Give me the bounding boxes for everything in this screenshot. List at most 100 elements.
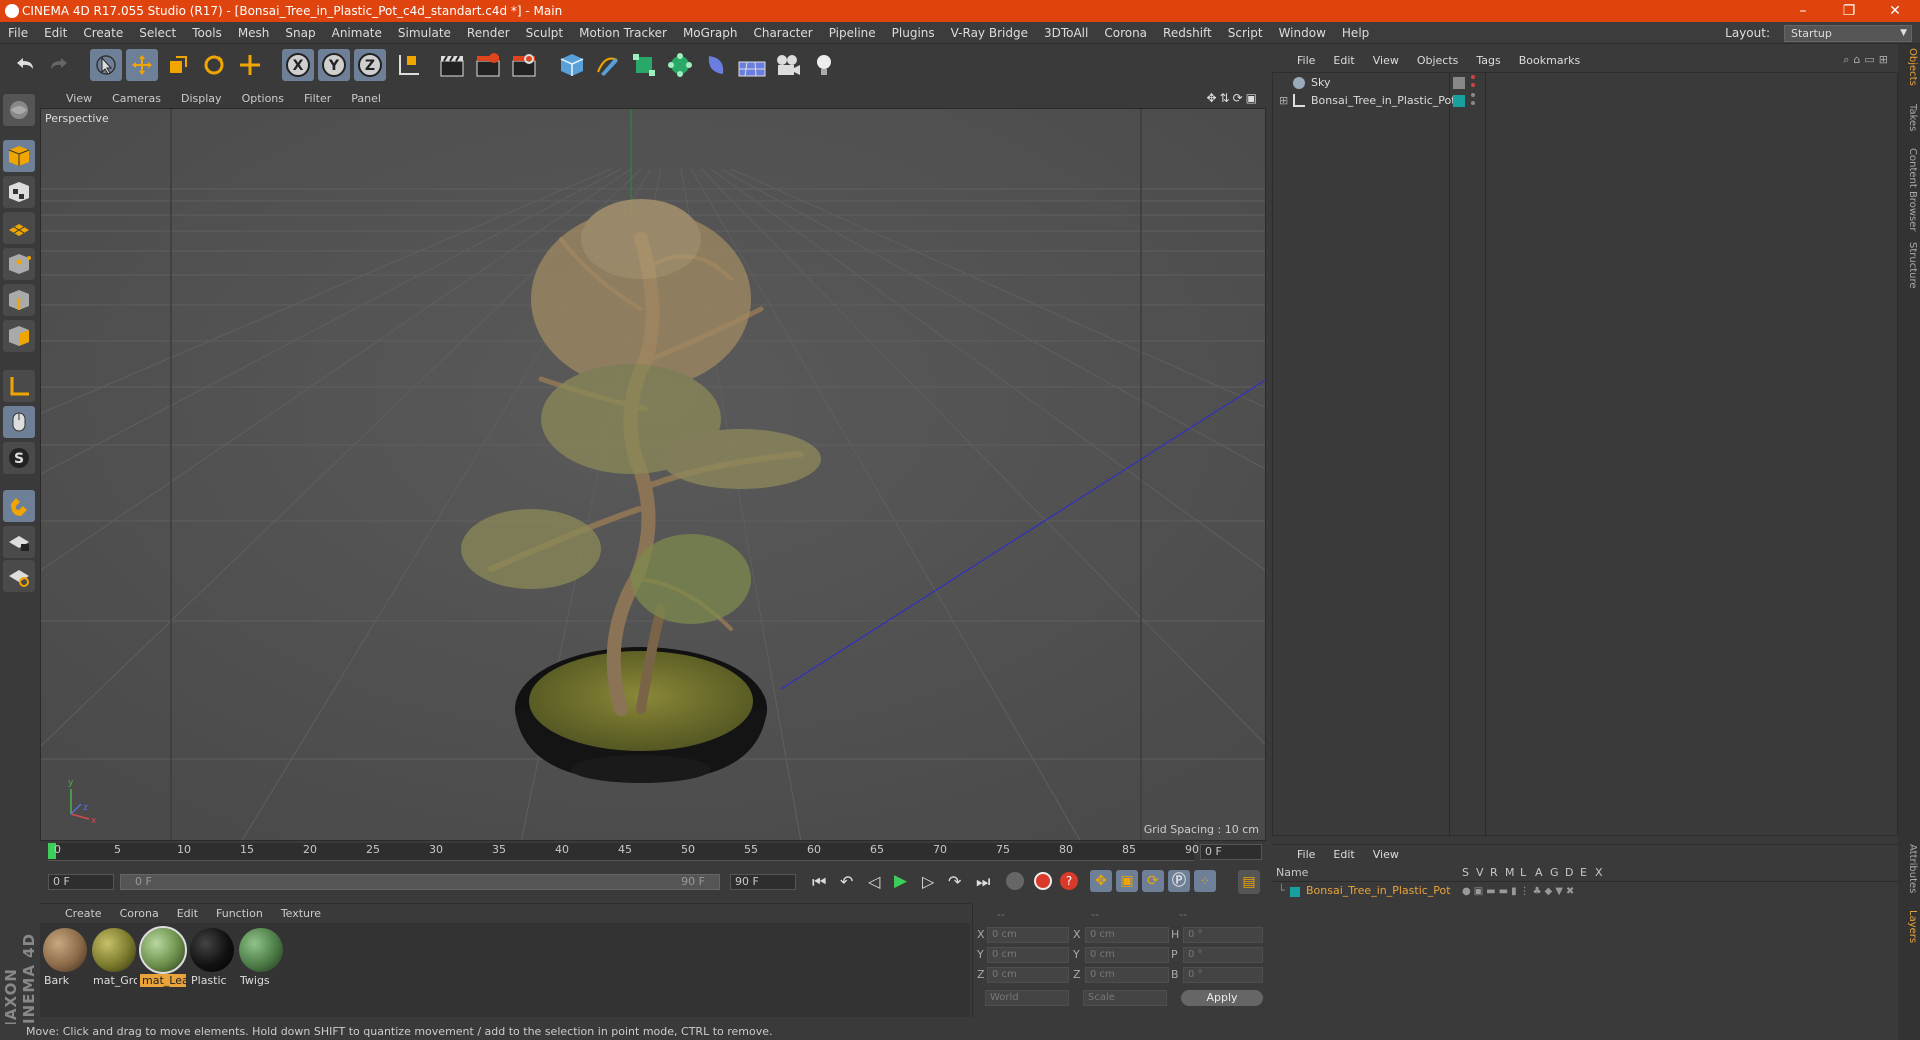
snap-button[interactable] xyxy=(3,490,35,522)
material-menu-function[interactable]: Function xyxy=(207,907,272,920)
viewport-menu-options[interactable]: Options xyxy=(232,92,294,105)
transform-tool-button[interactable] xyxy=(234,49,266,81)
next-frame-icon[interactable]: ▷ xyxy=(922,872,934,891)
texture-mode-button[interactable] xyxy=(3,176,35,208)
add-light-button[interactable] xyxy=(808,49,840,81)
tab-structure[interactable]: Structure xyxy=(1900,242,1918,289)
menu-create[interactable]: Create xyxy=(75,26,131,40)
menu-3dtoall[interactable]: 3DToAll xyxy=(1036,26,1096,40)
axis-x-button[interactable]: X xyxy=(282,49,314,81)
expand-icon[interactable]: ⊞ xyxy=(1279,92,1288,110)
minimize-button[interactable]: – xyxy=(1780,0,1826,22)
key-position-icon[interactable]: ✥ xyxy=(1090,870,1112,892)
viewport-menu-display[interactable]: Display xyxy=(171,92,232,105)
tab-attributes[interactable]: Attributes xyxy=(1900,844,1918,893)
solo-button[interactable]: S xyxy=(3,442,35,474)
add-mograph-button[interactable] xyxy=(664,49,696,81)
menu-mesh[interactable]: Mesh xyxy=(230,26,278,40)
menu-file[interactable]: File xyxy=(0,26,36,40)
render-dot-icon[interactable] xyxy=(1471,83,1475,87)
go-to-start-icon[interactable]: ⏮ xyxy=(812,872,826,892)
object-menu-view[interactable]: View xyxy=(1364,54,1408,67)
menu-plugins[interactable]: Plugins xyxy=(884,26,943,40)
timeline-ruler[interactable]: 0 5 10 15 20 25 30 35 40 45 50 55 60 65 … xyxy=(40,841,1266,865)
key-pla-icon[interactable]: ⁘ xyxy=(1194,870,1216,892)
key-scale-icon[interactable]: ▣ xyxy=(1116,870,1138,892)
workplane-mode-button[interactable] xyxy=(3,212,35,244)
tab-layers[interactable]: Layers xyxy=(1900,910,1918,943)
enable-axis-button[interactable] xyxy=(3,370,35,402)
material-swatch-twigs[interactable]: Twigs xyxy=(238,926,284,987)
end-frame-field[interactable]: 90 F xyxy=(730,874,796,890)
move-tool-button[interactable] xyxy=(126,49,158,81)
menu-tools[interactable]: Tools xyxy=(184,26,230,40)
layer-color-icon[interactable] xyxy=(1453,95,1465,107)
render-picture-viewer-button[interactable] xyxy=(472,49,504,81)
add-nurbs-button[interactable] xyxy=(628,49,660,81)
make-editable-button[interactable] xyxy=(3,94,35,126)
layer-menu-file[interactable]: File xyxy=(1288,848,1324,861)
perspective-viewport[interactable]: y x z Perspective Grid Spacing : 10 cm xyxy=(40,108,1266,841)
transform-mode-dropdown[interactable]: Scale xyxy=(1083,990,1167,1006)
object-menu-edit[interactable]: Edit xyxy=(1324,54,1363,67)
menu-simulate[interactable]: Simulate xyxy=(390,26,459,40)
layer-color-swatch[interactable] xyxy=(1290,887,1300,897)
undo-button[interactable] xyxy=(8,49,40,81)
size-z-field[interactable]: 0 cm xyxy=(1085,967,1169,983)
current-frame-field[interactable]: 0 F xyxy=(1200,844,1262,860)
coordinate-system-button[interactable] xyxy=(392,49,424,81)
position-z-field[interactable]: 0 cm xyxy=(987,967,1069,983)
polygons-mode-button[interactable] xyxy=(3,320,35,352)
material-swatch-bark[interactable]: Bark xyxy=(42,926,88,987)
tab-content-browser[interactable]: Content Browser xyxy=(1900,148,1918,231)
planar-workplane-button[interactable] xyxy=(3,560,35,592)
material-menu-texture[interactable]: Texture xyxy=(272,907,330,920)
rotation-h-field[interactable]: 0 ° xyxy=(1183,927,1263,943)
viewport-menu-panel[interactable]: Panel xyxy=(341,92,391,105)
menu-redshift[interactable]: Redshift xyxy=(1155,26,1220,40)
material-swatch-leaves[interactable]: mat_Lea xyxy=(139,926,187,987)
object-menu-objects[interactable]: Objects xyxy=(1408,54,1468,67)
render-dot-icon[interactable] xyxy=(1471,101,1475,105)
add-deformer-button[interactable] xyxy=(700,49,732,81)
object-menu-tags[interactable]: Tags xyxy=(1467,54,1509,67)
points-mode-button[interactable] xyxy=(3,248,35,280)
menu-render[interactable]: Render xyxy=(459,26,518,40)
key-rotation-icon[interactable]: ⟳ xyxy=(1142,870,1164,892)
axis-z-button[interactable]: Z xyxy=(354,49,386,81)
material-swatch-grass[interactable]: mat_Grc xyxy=(91,926,137,987)
render-settings-button[interactable] xyxy=(508,49,540,81)
menu-help[interactable]: Help xyxy=(1334,26,1377,40)
apply-button[interactable]: Apply xyxy=(1181,990,1263,1006)
layout-dropdown[interactable]: Startup ▼ xyxy=(1784,25,1912,42)
close-button[interactable]: ✕ xyxy=(1872,0,1918,22)
visibility-dot-icon[interactable] xyxy=(1471,75,1475,79)
object-menu-bookmarks[interactable]: Bookmarks xyxy=(1510,54,1589,67)
rotation-p-field[interactable]: 0 ° xyxy=(1183,947,1263,963)
material-menu-edit[interactable]: Edit xyxy=(168,907,207,920)
menu-window[interactable]: Window xyxy=(1271,26,1334,40)
menu-motion-tracker[interactable]: Motion Tracker xyxy=(571,26,675,40)
tab-takes[interactable]: Takes xyxy=(1900,104,1918,131)
previous-key-icon[interactable]: ↶ xyxy=(840,872,853,891)
object-row-bonsai[interactable]: ⊞ Bonsai_Tree_in_Plastic_Pot xyxy=(1273,92,1897,110)
render-view-button[interactable] xyxy=(436,49,468,81)
menu-pipeline[interactable]: Pipeline xyxy=(821,26,884,40)
scale-tool-button[interactable] xyxy=(162,49,194,81)
rotation-b-field[interactable]: 0 ° xyxy=(1183,967,1263,983)
visibility-dot-icon[interactable] xyxy=(1471,93,1475,97)
menu-character[interactable]: Character xyxy=(745,26,820,40)
menu-edit[interactable]: Edit xyxy=(36,26,75,40)
coordinate-mode-dropdown[interactable]: World xyxy=(985,990,1069,1006)
viewport-menu-filter[interactable]: Filter xyxy=(294,92,341,105)
frame-range-slider[interactable]: 0 F 90 F xyxy=(120,874,720,890)
redo-button[interactable] xyxy=(44,49,76,81)
object-manager-search-icons[interactable]: ⌕⌂▭⊞ xyxy=(1843,53,1892,67)
viewport-nav-icons[interactable]: ✥⇅⟳▣ xyxy=(1206,91,1260,105)
add-cube-button[interactable] xyxy=(556,49,588,81)
tag-icon[interactable] xyxy=(1453,77,1465,89)
menu-snap[interactable]: Snap xyxy=(277,26,323,40)
autokey-icon[interactable]: ? xyxy=(1060,872,1078,890)
menu-animate[interactable]: Animate xyxy=(324,26,390,40)
position-x-field[interactable]: 0 cm xyxy=(987,927,1069,943)
